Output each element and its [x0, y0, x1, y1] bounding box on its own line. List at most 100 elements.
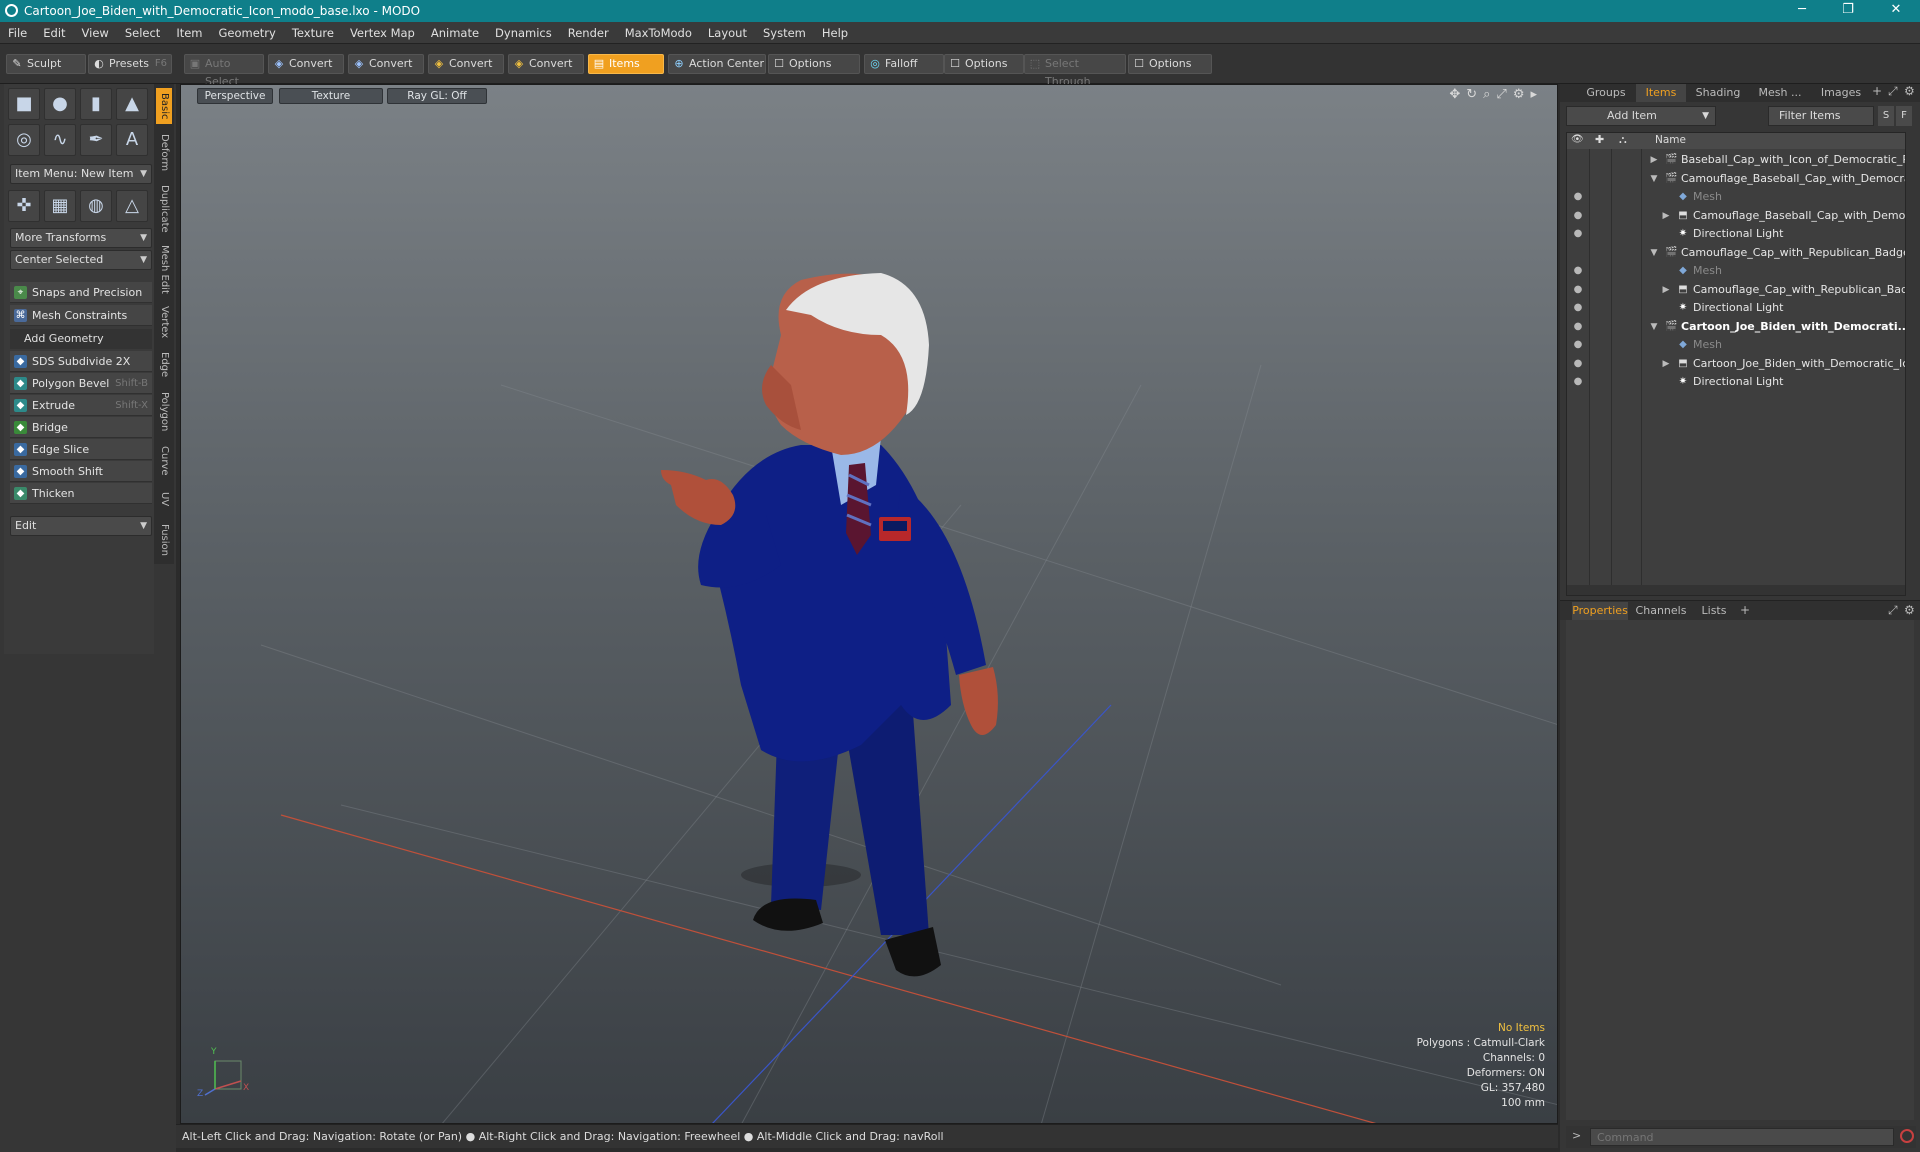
menu-animate[interactable]: Animate [423, 22, 487, 44]
add-tab-icon[interactable]: + [1872, 84, 1882, 98]
action-center-button[interactable]: ⊕ Action Center [668, 54, 766, 74]
tab-fusion[interactable]: Fusion [156, 518, 172, 562]
menu-view[interactable]: View [74, 22, 117, 44]
action-center-options-button[interactable]: ☐ Options [768, 54, 860, 74]
tab-curve[interactable]: Curve [156, 442, 172, 480]
smooth-shift-button[interactable]: ◆ Smooth Shift [10, 461, 152, 482]
expand-arrow-icon[interactable]: ▶ [1661, 207, 1671, 225]
menu-edit[interactable]: Edit [35, 22, 73, 44]
minimize-button[interactable]: ─ [1780, 0, 1824, 22]
visibility-eye-icon[interactable]: ● [1571, 225, 1585, 243]
lock-column-icon[interactable]: ✚ [1595, 133, 1604, 146]
tube-icon[interactable]: ∿ [44, 124, 76, 156]
tab-images[interactable]: Images [1814, 84, 1868, 102]
edit-dropdown[interactable]: Edit ▼ [10, 516, 152, 536]
menu-maxtomodo[interactable]: MaxToModo [617, 22, 700, 44]
sds-subdivide-button[interactable]: ◆ SDS Subdivide 2X [10, 351, 152, 372]
snaps-precision-button[interactable]: ⌖ Snaps and Precision [10, 282, 152, 303]
menu-dynamics[interactable]: Dynamics [487, 22, 560, 44]
tree-row[interactable]: ● ▶ ⬒ Camouflage_Cap_with_Republican_Badge [1567, 281, 1905, 299]
cylinder-icon[interactable]: ▮ [80, 88, 112, 120]
tree-row[interactable]: ▶ 🎬 Baseball_Cap_with_Icon_of_Democratic_P… [1567, 151, 1905, 169]
sphere-icon[interactable]: ● [44, 88, 76, 120]
convert-button-2[interactable]: ◈ Convert [348, 54, 424, 74]
bridge-button[interactable]: ◆ Bridge [10, 417, 152, 438]
add-tab-icon[interactable]: + [1740, 603, 1750, 617]
menu-help[interactable]: Help [814, 22, 856, 44]
tab-mesh[interactable]: Mesh ... [1750, 84, 1810, 102]
torus-icon[interactable]: ◎ [8, 124, 40, 156]
collapse-arrow-icon[interactable]: ▼ [1649, 318, 1659, 336]
item-tree[interactable]: 👁 ✚ ⛬ Name ▶ 🎬 Baseball_Cap_with_Icon_of_D… [1566, 132, 1906, 596]
cone-icon[interactable]: ▲ [116, 88, 148, 120]
collapse-arrow-icon[interactable]: ▼ [1649, 244, 1659, 262]
tab-groups[interactable]: Groups [1580, 84, 1632, 102]
tree-row[interactable]: ● ▼ 🎬 Cartoon_Joe_Biden_with_Democrati... [1567, 318, 1905, 336]
select-through-options-button[interactable]: ☐ Options [1128, 54, 1212, 74]
visibility-eye-icon[interactable]: ● [1571, 336, 1585, 354]
cube-icon[interactable]: ■ [8, 88, 40, 120]
collapse-arrow-icon[interactable]: ▼ [1649, 170, 1659, 188]
select-through-button[interactable]: ⬚ Select Through [1024, 54, 1126, 88]
tab-lists[interactable]: Lists [1694, 602, 1734, 620]
tab-properties[interactable]: Properties [1572, 602, 1628, 620]
visibility-eye-icon[interactable]: ● [1571, 188, 1585, 206]
mesh-constraints-button[interactable]: ⌘ Mesh Constraints [10, 305, 152, 326]
menu-geometry[interactable]: Geometry [211, 22, 284, 44]
record-icon[interactable] [1900, 1129, 1914, 1143]
tree-row[interactable]: ▼ 🎬 Camouflage_Baseball_Cap_with_Democrati… [1567, 170, 1905, 188]
more-transforms-dropdown[interactable]: More Transforms ▼ [10, 228, 152, 248]
visibility-eye-icon[interactable]: ● [1571, 262, 1585, 280]
visibility-eye-icon[interactable]: ● [1571, 318, 1585, 336]
scale-icon[interactable]: △ [116, 190, 148, 222]
pen-icon[interactable]: ✒ [80, 124, 112, 156]
close-button[interactable]: ✕ [1874, 0, 1918, 22]
gear-icon[interactable]: ⚙ [1904, 84, 1915, 98]
expand-arrow-icon[interactable]: ▶ [1661, 355, 1671, 373]
add-item-dropdown[interactable]: Add Item ▼ [1566, 106, 1716, 126]
tree-row[interactable]: ● ◆ Mesh [1567, 262, 1905, 280]
expand-arrow-icon[interactable]: ▶ [1661, 281, 1671, 299]
menu-item[interactable]: Item [168, 22, 210, 44]
tree-row[interactable]: ● ✷ Directional Light [1567, 225, 1905, 243]
rotate-globe-icon[interactable]: ◍ [80, 190, 112, 222]
menu-texture[interactable]: Texture [284, 22, 342, 44]
visibility-eye-icon[interactable]: ● [1571, 281, 1585, 299]
tree-row[interactable]: ● ▶ ⬒ Cartoon_Joe_Biden_with_Democratic_Ico… [1567, 355, 1905, 373]
maximize-icon[interactable]: ⤢ [1888, 603, 1898, 618]
tab-edge[interactable]: Edge [156, 348, 172, 382]
menu-layout[interactable]: Layout [700, 22, 755, 44]
presets-button[interactable]: ◐ Presets F6 [88, 54, 172, 74]
extrude-button[interactable]: ◆ Extrude Shift-X [10, 395, 152, 416]
sculpt-button[interactable]: ✎ Sculpt [6, 54, 86, 74]
items-mode-button[interactable]: ▤ Items [588, 54, 664, 74]
tree-row[interactable]: ▼ 🎬 Camouflage_Cap_with_Republican_Badge .… [1567, 244, 1905, 262]
visibility-eye-icon[interactable]: ● [1571, 373, 1585, 391]
tree-row[interactable]: ● ✷ Directional Light [1567, 373, 1905, 391]
grid-icon[interactable]: ▦ [44, 190, 76, 222]
falloff-options-button[interactable]: ☐ Options [944, 54, 1024, 74]
expand-arrow-icon[interactable]: ▶ [1649, 151, 1659, 169]
horizontal-scrollbar[interactable] [1567, 585, 1905, 595]
item-menu-dropdown[interactable]: Item Menu: New Item ▼ [10, 164, 152, 184]
3d-viewport[interactable]: Perspective Texture Ray GL: Off ✥↻⌕⤢⚙▸ X… [180, 84, 1558, 1124]
auto-select-button[interactable]: ▣ Auto Select [184, 54, 264, 88]
tab-duplicate[interactable]: Duplicate [156, 182, 172, 236]
visibility-column-icon[interactable]: 👁 [1571, 134, 1584, 145]
cartoon-character-model[interactable] [661, 273, 998, 977]
convert-button-4[interactable]: ◈ Convert [508, 54, 584, 74]
falloff-button[interactable]: ◎ Falloff [864, 54, 944, 74]
tab-polygon[interactable]: Polygon [156, 388, 172, 436]
add-geometry-section[interactable]: Add Geometry [10, 329, 152, 349]
menu-render[interactable]: Render [560, 22, 617, 44]
tree-row[interactable]: ● ◆ Mesh [1567, 188, 1905, 206]
gear-icon[interactable]: ⚙ [1904, 603, 1915, 617]
transform-icon[interactable]: ✜ [8, 190, 40, 222]
menu-system[interactable]: System [755, 22, 814, 44]
tab-uv[interactable]: UV [156, 486, 172, 512]
render-column-icon[interactable]: ⛬ [1619, 133, 1627, 147]
visibility-eye-icon[interactable]: ● [1571, 207, 1585, 225]
restore-button[interactable]: ❐ [1826, 0, 1870, 22]
polygon-bevel-button[interactable]: ◆ Polygon Bevel Shift-B [10, 373, 152, 394]
tree-row[interactable]: ● ◆ Mesh [1567, 336, 1905, 354]
